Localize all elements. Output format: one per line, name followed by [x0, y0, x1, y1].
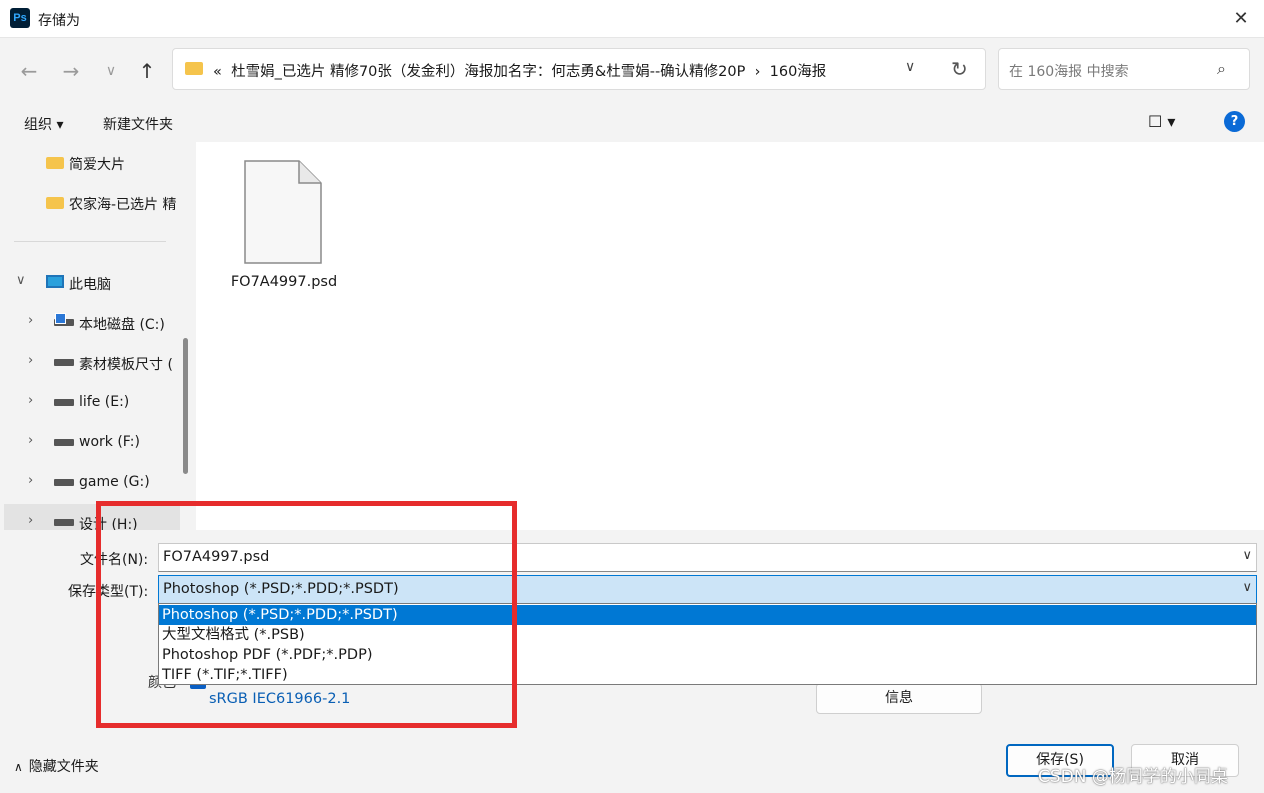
sidebar-item-this-pc[interactable]: ∨ 此电脑: [0, 264, 176, 300]
breadcrumb-overflow[interactable]: «: [213, 64, 222, 80]
view-options-icon[interactable]: ☐ ▾: [1148, 112, 1175, 131]
sidebar-item-label: 简爱大片: [69, 157, 125, 173]
sidebar-item-label: 素材模板尺寸 (: [79, 357, 173, 373]
recent-locations-chevron-icon[interactable]: ∨: [96, 58, 126, 84]
sidebar-item-folder[interactable]: 简爱大片: [0, 144, 176, 180]
file-name: FO7A4997.psd: [230, 274, 338, 290]
new-folder-button[interactable]: 新建文件夹: [103, 114, 173, 134]
back-arrow-icon[interactable]: ←: [14, 58, 44, 84]
folder-icon: [185, 62, 203, 75]
photoshop-app-icon: Ps: [10, 8, 30, 28]
drive-icon: [54, 479, 74, 486]
collapse-chevron-icon[interactable]: ∨: [16, 273, 26, 288]
drive-icon: [54, 439, 74, 446]
chevron-down-icon[interactable]: ∨: [1242, 548, 1252, 563]
breadcrumb-separator: ›: [754, 64, 761, 80]
hide-folders-label: 隐藏文件夹: [28, 759, 99, 775]
hide-folders-toggle[interactable]: ∧ 隐藏文件夹: [14, 756, 99, 776]
sidebar-item-drive[interactable]: › life (E:): [0, 384, 176, 420]
expand-chevron-icon[interactable]: ›: [28, 353, 33, 368]
expand-chevron-icon[interactable]: ›: [28, 513, 33, 528]
expand-chevron-icon[interactable]: ›: [28, 393, 33, 408]
search-box[interactable]: 在 160海报 中搜索 ⌕: [998, 48, 1250, 90]
navigation-bar: ← → ∨ ↑ « 杜雪娟_已选片 精修70张（发金利）海报加名字：何志勇&杜雪…: [0, 38, 1264, 104]
sidebar-item-label: 本地磁盘 (C:): [79, 317, 165, 333]
windows-logo-icon: [56, 314, 65, 323]
sidebar-item-drive[interactable]: › 素材模板尺寸 (: [0, 344, 176, 380]
drive-icon: [54, 519, 74, 526]
highlight-box: [96, 501, 517, 728]
organize-menu-button[interactable]: 组织 ▾: [24, 114, 63, 134]
search-input[interactable]: 在 160海报 中搜索: [1009, 61, 1129, 81]
document-icon: [244, 160, 322, 264]
close-icon[interactable]: ✕: [1224, 2, 1258, 36]
computer-icon: [46, 275, 64, 288]
sidebar-item-label: 农家海-已选片 精: [69, 197, 176, 213]
sidebar-scrollbar[interactable]: [183, 338, 188, 474]
sidebar-item-label: 此电脑: [69, 277, 111, 293]
sidebar-item-label: game (G:): [79, 474, 150, 490]
expand-chevron-icon[interactable]: ›: [28, 313, 33, 328]
search-icon[interactable]: ⌕: [1217, 59, 1226, 79]
breadcrumb[interactable]: « 杜雪娟_已选片 精修70张（发金利）海报加名字：何志勇&杜雪娟--确认精修2…: [213, 60, 826, 81]
folder-icon: [46, 157, 64, 169]
sidebar-item-label: work (F:): [79, 434, 140, 450]
folder-icon: [46, 197, 64, 209]
chevron-down-icon[interactable]: ∨: [1242, 580, 1252, 595]
breadcrumb-item[interactable]: 杜雪娟_已选片 精修70张（发金利）海报加名字：何志勇&杜雪娟--确认精修20P: [231, 64, 745, 80]
sidebar-item-label: life (E:): [79, 394, 130, 410]
forward-arrow-icon[interactable]: →: [56, 58, 86, 84]
expand-chevron-icon[interactable]: ›: [28, 433, 33, 448]
window-title: 存储为: [38, 13, 80, 29]
sidebar-item-drive[interactable]: › game (G:): [0, 464, 176, 500]
expand-chevron-icon[interactable]: ›: [28, 473, 33, 488]
sidebar-item-folder[interactable]: 农家海-已选片 精: [0, 184, 176, 220]
drive-icon: [54, 359, 74, 366]
command-toolbar: 组织 ▾ 新建文件夹 ☐ ▾ ?: [0, 104, 1264, 142]
title-bar: Ps 存储为 ✕: [0, 0, 1264, 38]
sidebar-item-drive[interactable]: › 本地磁盘 (C:): [0, 304, 176, 340]
file-list: FO7A4997.psd: [196, 142, 1264, 530]
chevron-up-icon: ∧: [14, 760, 23, 774]
navigation-pane: 简爱大片 农家海-已选片 精 ∨ 此电脑 › 本地磁盘 (C:) › 素材模板尺…: [0, 142, 196, 530]
sidebar-divider: [14, 241, 166, 242]
help-icon[interactable]: ?: [1224, 111, 1245, 132]
info-button[interactable]: 信息: [816, 683, 982, 714]
breadcrumb-current[interactable]: 160海报: [770, 64, 827, 80]
refresh-icon[interactable]: ↻: [951, 57, 968, 81]
address-bar[interactable]: « 杜雪娟_已选片 精修70张（发金利）海报加名字：何志勇&杜雪娟--确认精修2…: [172, 48, 986, 90]
address-dropdown-chevron-icon[interactable]: ∨: [905, 59, 915, 75]
watermark: CSDN @杨同学的小同桌: [1038, 767, 1228, 787]
up-arrow-icon[interactable]: ↑: [132, 58, 162, 84]
sidebar-item-drive[interactable]: › work (F:): [0, 424, 176, 460]
file-item[interactable]: FO7A4997.psd: [196, 142, 372, 302]
drive-icon: [54, 399, 74, 406]
